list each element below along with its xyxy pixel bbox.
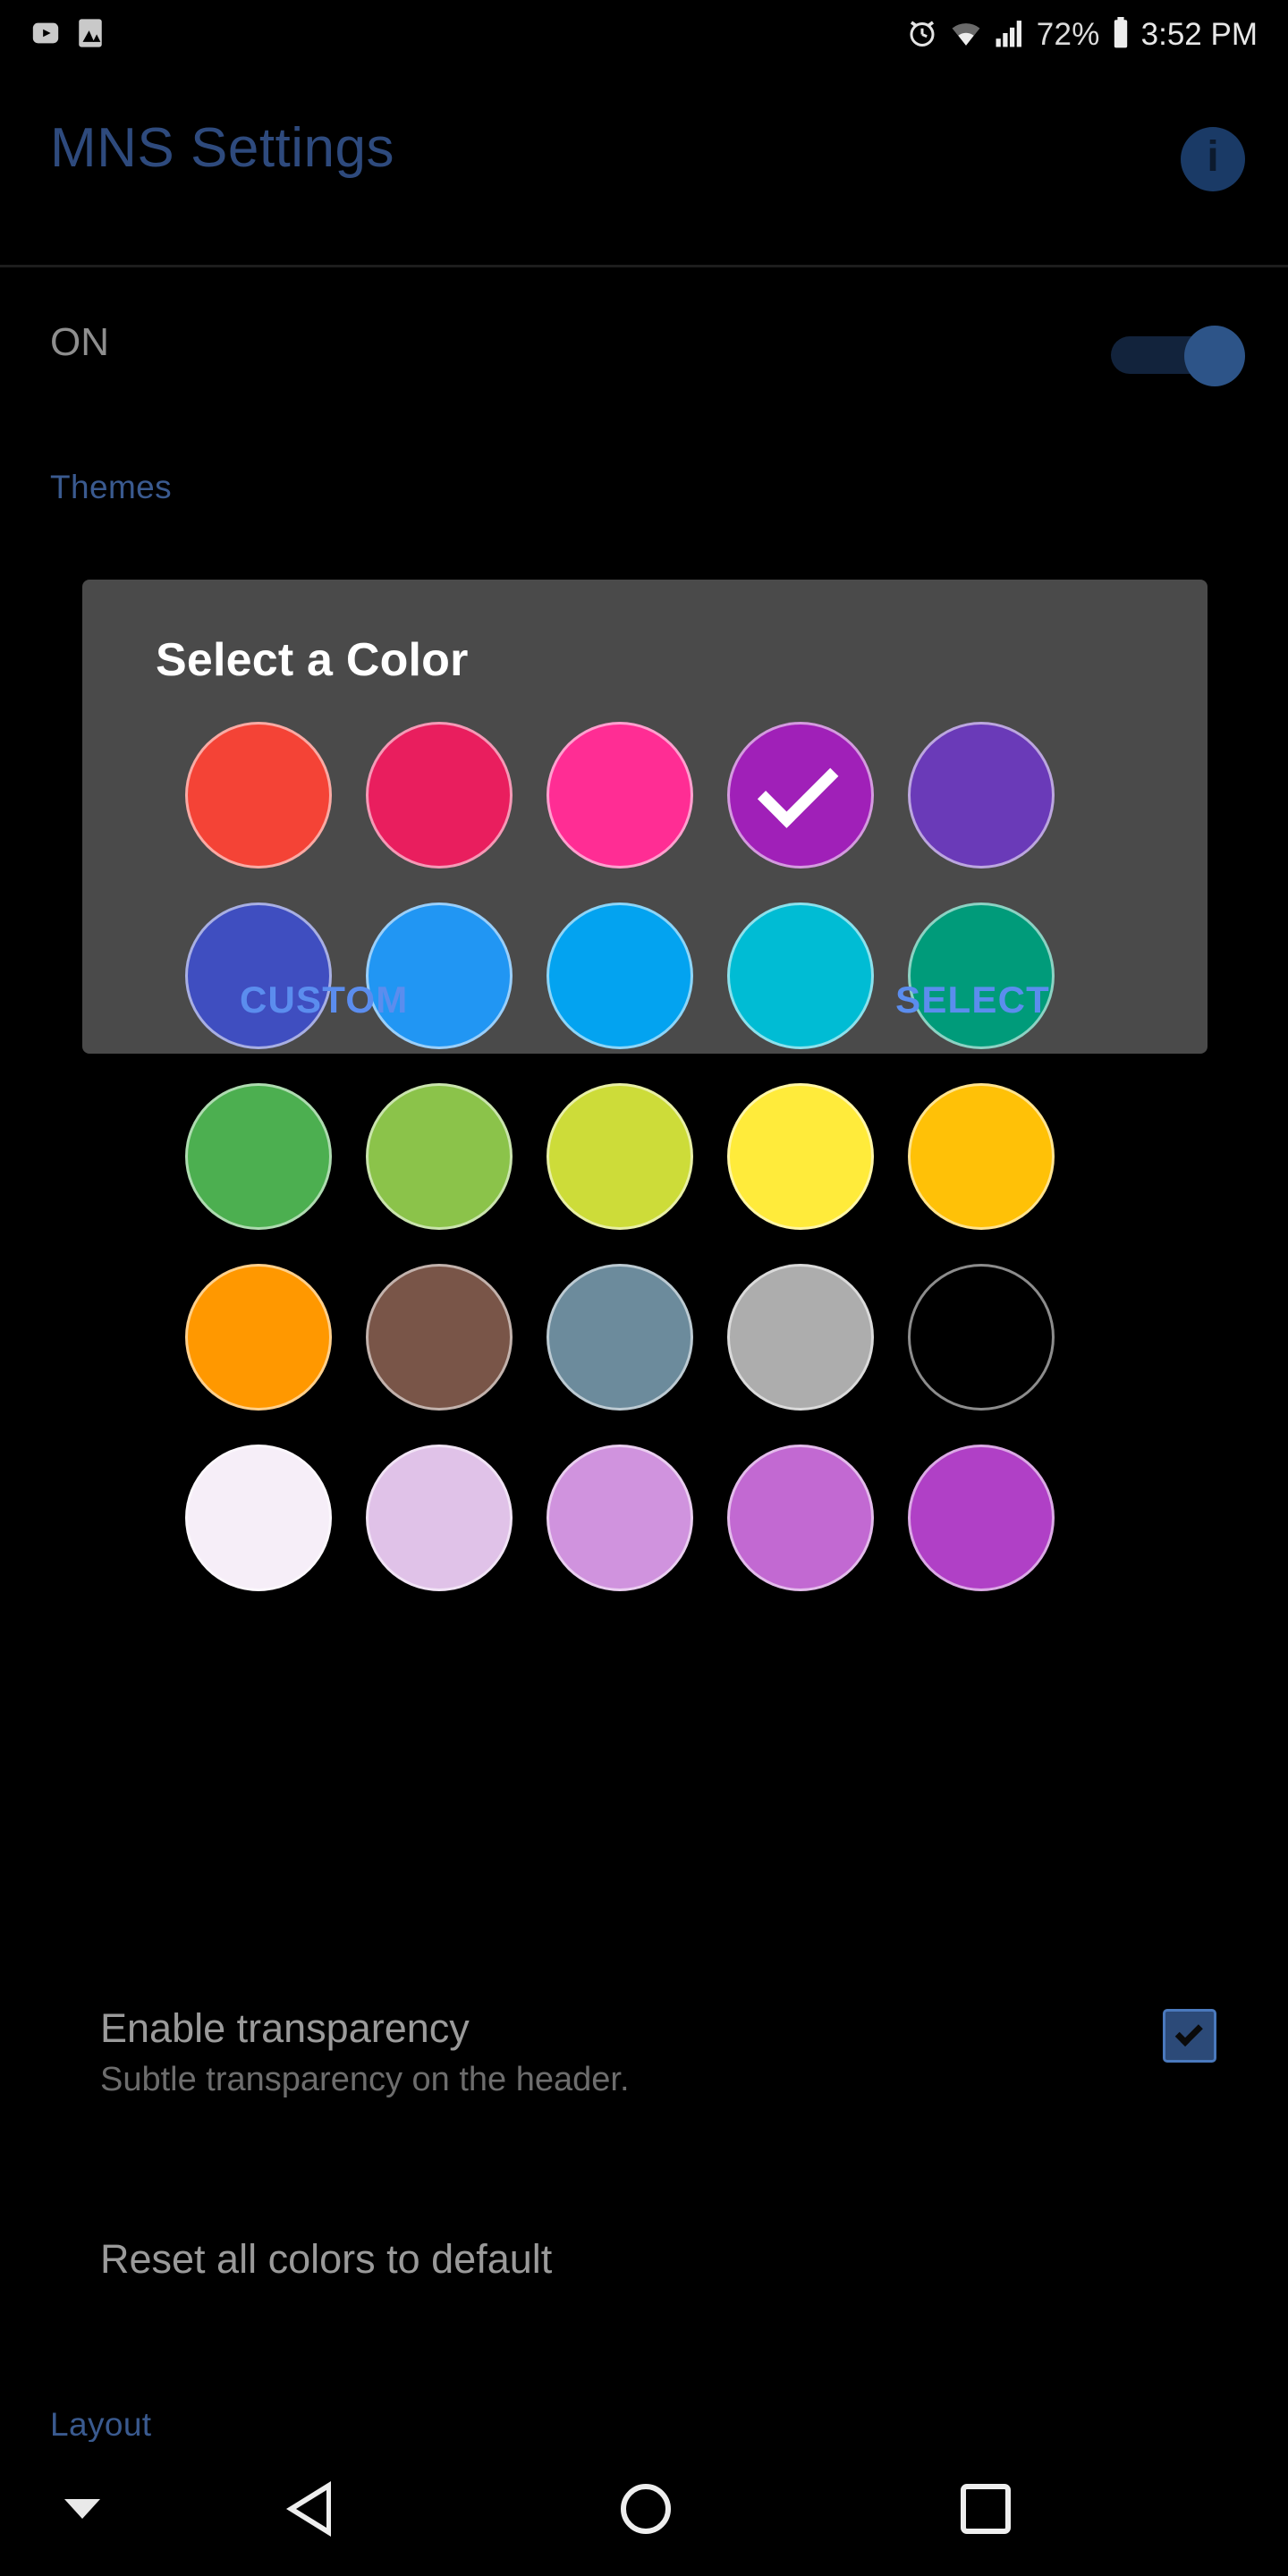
swatch-cell-purple[interactable] xyxy=(710,705,891,886)
swatch-cell-purple-tint-55[interactable] xyxy=(530,1428,710,1608)
swatch-cell-green[interactable] xyxy=(168,1066,349,1247)
swatch-cell-brown[interactable] xyxy=(349,1247,530,1428)
status-bar-clock: 3:52 PM xyxy=(1140,17,1258,52)
color-swatch-deep-purple[interactable] xyxy=(908,722,1055,869)
dialog-title: Select a Color xyxy=(156,634,469,686)
swatch-cell-blue-grey[interactable] xyxy=(530,1247,710,1428)
swatch-cell-purple-tint-75[interactable] xyxy=(349,1428,530,1608)
color-swatch-black[interactable] xyxy=(908,1264,1055,1411)
home-circle-icon[interactable] xyxy=(621,2484,671,2534)
color-swatch-grey[interactable] xyxy=(727,1264,874,1411)
swatch-cell-amber[interactable] xyxy=(891,1066,1072,1247)
color-swatch-orange[interactable] xyxy=(185,1264,332,1411)
switch-thumb xyxy=(1184,326,1245,386)
image-icon xyxy=(77,18,104,53)
color-swatch-brown[interactable] xyxy=(366,1264,513,1411)
pref-enable-transparency[interactable]: Enable transparency Subtle transparency … xyxy=(0,2005,1288,2148)
swatch-cell-purple-tint-15[interactable] xyxy=(891,1428,1072,1608)
swatch-cell-deep-purple[interactable] xyxy=(891,705,1072,886)
status-bar-notifications xyxy=(30,18,104,53)
chevron-down-icon[interactable] xyxy=(64,2499,100,2519)
info-glyph: i xyxy=(1207,133,1219,181)
pref-title: Enable transparency xyxy=(100,2005,470,2051)
pref-reset-all-colors[interactable]: Reset all colors to default xyxy=(0,2236,1288,2334)
swatch-cell-orange[interactable] xyxy=(168,1247,349,1428)
select-a-color-dialog: Select a Color CUSTOM SELECT xyxy=(82,580,1208,1591)
color-swatch-purple-tint-15[interactable] xyxy=(908,1445,1055,1591)
color-swatch-yellow[interactable] xyxy=(727,1083,874,1230)
page-title: MNS Settings xyxy=(50,117,395,179)
color-swatch-grid xyxy=(168,705,1072,1608)
battery-icon xyxy=(1111,16,1131,54)
section-header-layout: Layout xyxy=(50,2406,152,2443)
color-swatch-light-green[interactable] xyxy=(366,1083,513,1230)
recents-square-icon[interactable] xyxy=(961,2484,1011,2534)
master-switch-toggle[interactable] xyxy=(1111,322,1245,386)
info-icon[interactable]: i xyxy=(1181,127,1245,191)
swatch-cell-lime[interactable] xyxy=(530,1066,710,1247)
back-triangle-icon[interactable] xyxy=(286,2481,331,2537)
phone-screen: 72% 3:52 PM MNS Settings i ON Themes Lay… xyxy=(0,0,1288,2576)
app-bar-divider xyxy=(0,265,1288,267)
battery-percent: 72% xyxy=(1036,17,1100,52)
swatch-cell-crimson[interactable] xyxy=(349,705,530,886)
custom-button[interactable]: CUSTOM xyxy=(240,979,408,1021)
swatch-cell-yellow[interactable] xyxy=(710,1066,891,1247)
youtube-icon xyxy=(30,18,61,53)
swatch-cell-light-green[interactable] xyxy=(349,1066,530,1247)
master-switch-row[interactable]: ON xyxy=(0,295,1288,411)
swatch-cell-purple-tint-95[interactable] xyxy=(168,1428,349,1608)
color-swatch-purple-tint-75[interactable] xyxy=(366,1445,513,1591)
swatch-cell-grey[interactable] xyxy=(710,1247,891,1428)
wifi-icon xyxy=(949,18,983,53)
select-button[interactable]: SELECT xyxy=(895,979,1050,1021)
swatch-cell-red[interactable] xyxy=(168,705,349,886)
color-swatch-hot-pink[interactable] xyxy=(547,722,693,869)
color-swatch-lime[interactable] xyxy=(547,1083,693,1230)
master-switch-label: ON xyxy=(50,320,109,364)
transparency-checkbox[interactable] xyxy=(1163,2009,1216,2063)
color-swatch-purple[interactable] xyxy=(727,722,874,869)
alarm-icon xyxy=(906,17,938,54)
status-bar: 72% 3:52 PM xyxy=(0,0,1288,70)
color-swatch-purple-tint-35[interactable] xyxy=(727,1445,874,1591)
check-icon xyxy=(757,747,839,828)
color-swatch-amber[interactable] xyxy=(908,1083,1055,1230)
color-swatch-green[interactable] xyxy=(185,1083,332,1230)
status-bar-system: 72% 3:52 PM xyxy=(906,16,1258,54)
pref-subtitle: Subtle transparency on the header. xyxy=(100,2061,630,2098)
pref-title: Reset all colors to default xyxy=(100,2236,553,2282)
swatch-cell-hot-pink[interactable] xyxy=(530,705,710,886)
color-swatch-purple-tint-55[interactable] xyxy=(547,1445,693,1591)
check-icon xyxy=(1174,2018,1203,2047)
app-bar: MNS Settings i xyxy=(0,70,1288,267)
swatch-cell-black[interactable] xyxy=(891,1247,1072,1428)
dialog-actions: CUSTOM SELECT xyxy=(82,946,1208,1054)
android-nav-bar xyxy=(0,2442,1288,2576)
swatch-cell-purple-tint-35[interactable] xyxy=(710,1428,891,1608)
color-swatch-purple-tint-95[interactable] xyxy=(185,1445,332,1591)
section-header-themes: Themes xyxy=(50,469,173,505)
color-swatch-blue-grey[interactable] xyxy=(547,1264,693,1411)
color-swatch-red[interactable] xyxy=(185,722,332,869)
color-swatch-crimson[interactable] xyxy=(366,722,513,869)
signal-icon xyxy=(994,18,1026,53)
